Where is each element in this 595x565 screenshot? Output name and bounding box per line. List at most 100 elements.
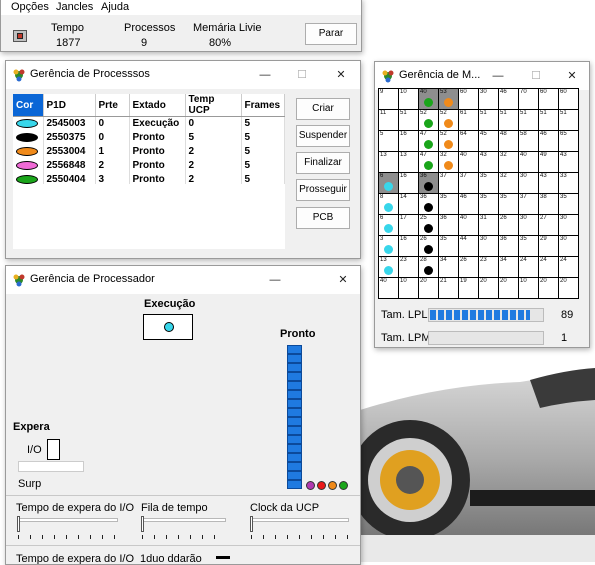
memory-frame: 20 <box>499 278 519 299</box>
table-empty-area <box>13 184 285 249</box>
frame-number: 13 <box>380 257 387 263</box>
frame-number: 58 <box>520 131 527 137</box>
close-icon[interactable]: ✕ <box>330 66 352 84</box>
process-window-title: Gerência de Processsos <box>30 68 150 80</box>
col-pid[interactable]: P1D <box>43 94 96 117</box>
memory-frame: 48 <box>499 131 519 152</box>
stop-button[interactable]: Parar <box>305 23 357 45</box>
ready-label: Pronto <box>280 328 316 340</box>
queued-process-dot <box>328 481 337 490</box>
memory-frame: 10 <box>519 278 539 299</box>
io-wait-slider-label: Tempo de expera do I/O <box>16 502 135 514</box>
memory-frame: 3 <box>379 236 399 257</box>
frame-number: 33 <box>560 173 567 179</box>
memory-window-titlebar[interactable]: Gerência de M... — ☐ ✕ <box>375 62 589 90</box>
col-estado[interactable]: Extado <box>129 94 186 117</box>
memory-frame: 8 <box>379 194 399 215</box>
resume-button[interactable]: Prosseguir <box>296 179 350 201</box>
frame-number: 46 <box>460 194 467 200</box>
suspend-button[interactable]: Suspender <box>296 125 350 147</box>
create-button[interactable]: Criar <box>296 98 350 120</box>
frame-number: 40 <box>460 215 467 221</box>
close-icon[interactable]: ✕ <box>561 67 583 85</box>
frame-number: 20 <box>480 278 487 284</box>
processor-window-titlebar[interactable]: Gerência de Processador — ✕ <box>6 266 360 294</box>
col-frames[interactable]: Frames <box>241 94 285 117</box>
memory-frame: 14 <box>399 194 419 215</box>
menu-opcoes[interactable]: Opções <box>11 1 49 13</box>
cell-state: Pronto <box>129 158 186 173</box>
ready-queue-slot <box>287 363 302 372</box>
memory-frame: 20 <box>419 278 439 299</box>
frame-number: 43 <box>540 173 547 179</box>
cell-pid: 2553004 <box>43 144 96 159</box>
memory-frame: 37 <box>439 173 459 194</box>
queued-process-dot <box>306 481 315 490</box>
memory-frame: 44 <box>459 236 479 257</box>
minimize-icon[interactable]: — <box>487 67 509 85</box>
slider-thumb[interactable] <box>141 516 144 532</box>
table-row[interactable]: 2550375 0 Pronto 5 5 <box>13 130 285 145</box>
memory-frame: 70 <box>519 89 539 110</box>
frame-number: 49 <box>540 152 547 158</box>
maximize-icon[interactable]: ☐ <box>525 67 547 85</box>
ready-queue-slot <box>287 462 302 471</box>
frame-number: 30 <box>480 236 487 242</box>
col-cor[interactable]: Cor <box>13 94 44 117</box>
processor-window: Gerência de Processador — ✕ Execução Pro… <box>5 265 361 565</box>
frame-number: 51 <box>560 110 567 116</box>
col-prioridade[interactable]: Prte <box>95 94 130 117</box>
frame-number: 52 <box>440 131 447 137</box>
memory-frame: 30 <box>559 236 579 257</box>
time-slice-slider[interactable] <box>140 516 230 542</box>
menu-janelas[interactable]: Jancles <box>56 1 93 13</box>
frame-number: 29 <box>540 236 547 242</box>
frame-number: 30 <box>560 215 567 221</box>
close-icon[interactable]: ✕ <box>332 271 354 289</box>
cpu-clock-slider-label: Clock da UCP <box>250 502 320 514</box>
memory-frame: 32 <box>499 173 519 194</box>
frame-number: 35 <box>440 236 447 242</box>
minimize-icon[interactable]: — <box>254 66 276 84</box>
frame-number: 26 <box>460 257 467 263</box>
slider-thumb[interactable] <box>250 516 253 532</box>
frame-number: 60 <box>460 89 467 95</box>
finalize-button[interactable]: Finalizar <box>296 152 350 174</box>
frame-number: 9 <box>380 89 384 95</box>
memory-frame: 46 <box>539 131 559 152</box>
table-row[interactable]: 2556848 2 Pronto 2 5 <box>13 158 285 173</box>
process-window-titlebar[interactable]: Gerência de Processsos — ☐ ✕ <box>6 61 360 89</box>
divider <box>6 495 360 496</box>
frame-number: 44 <box>460 236 467 242</box>
tempo-label: Tempo <box>51 22 85 34</box>
minimize-icon[interactable]: — <box>264 271 286 289</box>
memory-frame: 30 <box>559 215 579 236</box>
maximize-icon[interactable]: ☐ <box>291 66 313 84</box>
execution-label: Execução <box>144 298 196 310</box>
frame-number: 26 <box>500 215 507 221</box>
bottom-thumb[interactable] <box>216 556 230 559</box>
frame-number: 52 <box>440 110 447 116</box>
frame-number: 26 <box>420 236 427 242</box>
cpu-clock-slider[interactable] <box>249 516 353 542</box>
table-row[interactable]: 2553004 1 Pronto 2 5 <box>13 144 285 159</box>
frame-number: 40 <box>520 152 527 158</box>
frame-number: 34 <box>440 257 447 263</box>
slider-thumb[interactable] <box>17 516 20 532</box>
frame-number: 35 <box>500 194 507 200</box>
table-row[interactable]: 2545003 0 Execução 0 5 <box>13 116 285 131</box>
memory-frame-grid: 9 10 40 53 60 30 46 70 60 60 11 51 52 52 61 51 51 51 51 51 5… <box>378 88 579 299</box>
io-wait-slider[interactable] <box>16 516 122 542</box>
pcb-button[interactable]: PCB <box>296 207 350 229</box>
cell-prio: 0 <box>95 116 130 131</box>
col-temp-ucp[interactable]: Temp UCP <box>185 94 242 117</box>
frame-number: 5 <box>380 131 384 137</box>
cell-state: Execução <box>129 116 186 131</box>
menu-ajuda[interactable]: Ajuda <box>101 1 129 13</box>
memory-frame: 65 <box>559 131 579 152</box>
cell-state: Pronto <box>129 130 186 145</box>
queued-process-dot <box>339 481 348 490</box>
memory-frame: 21 <box>439 278 459 299</box>
memory-frame: 40 <box>459 152 479 173</box>
frame-number: 35 <box>480 194 487 200</box>
